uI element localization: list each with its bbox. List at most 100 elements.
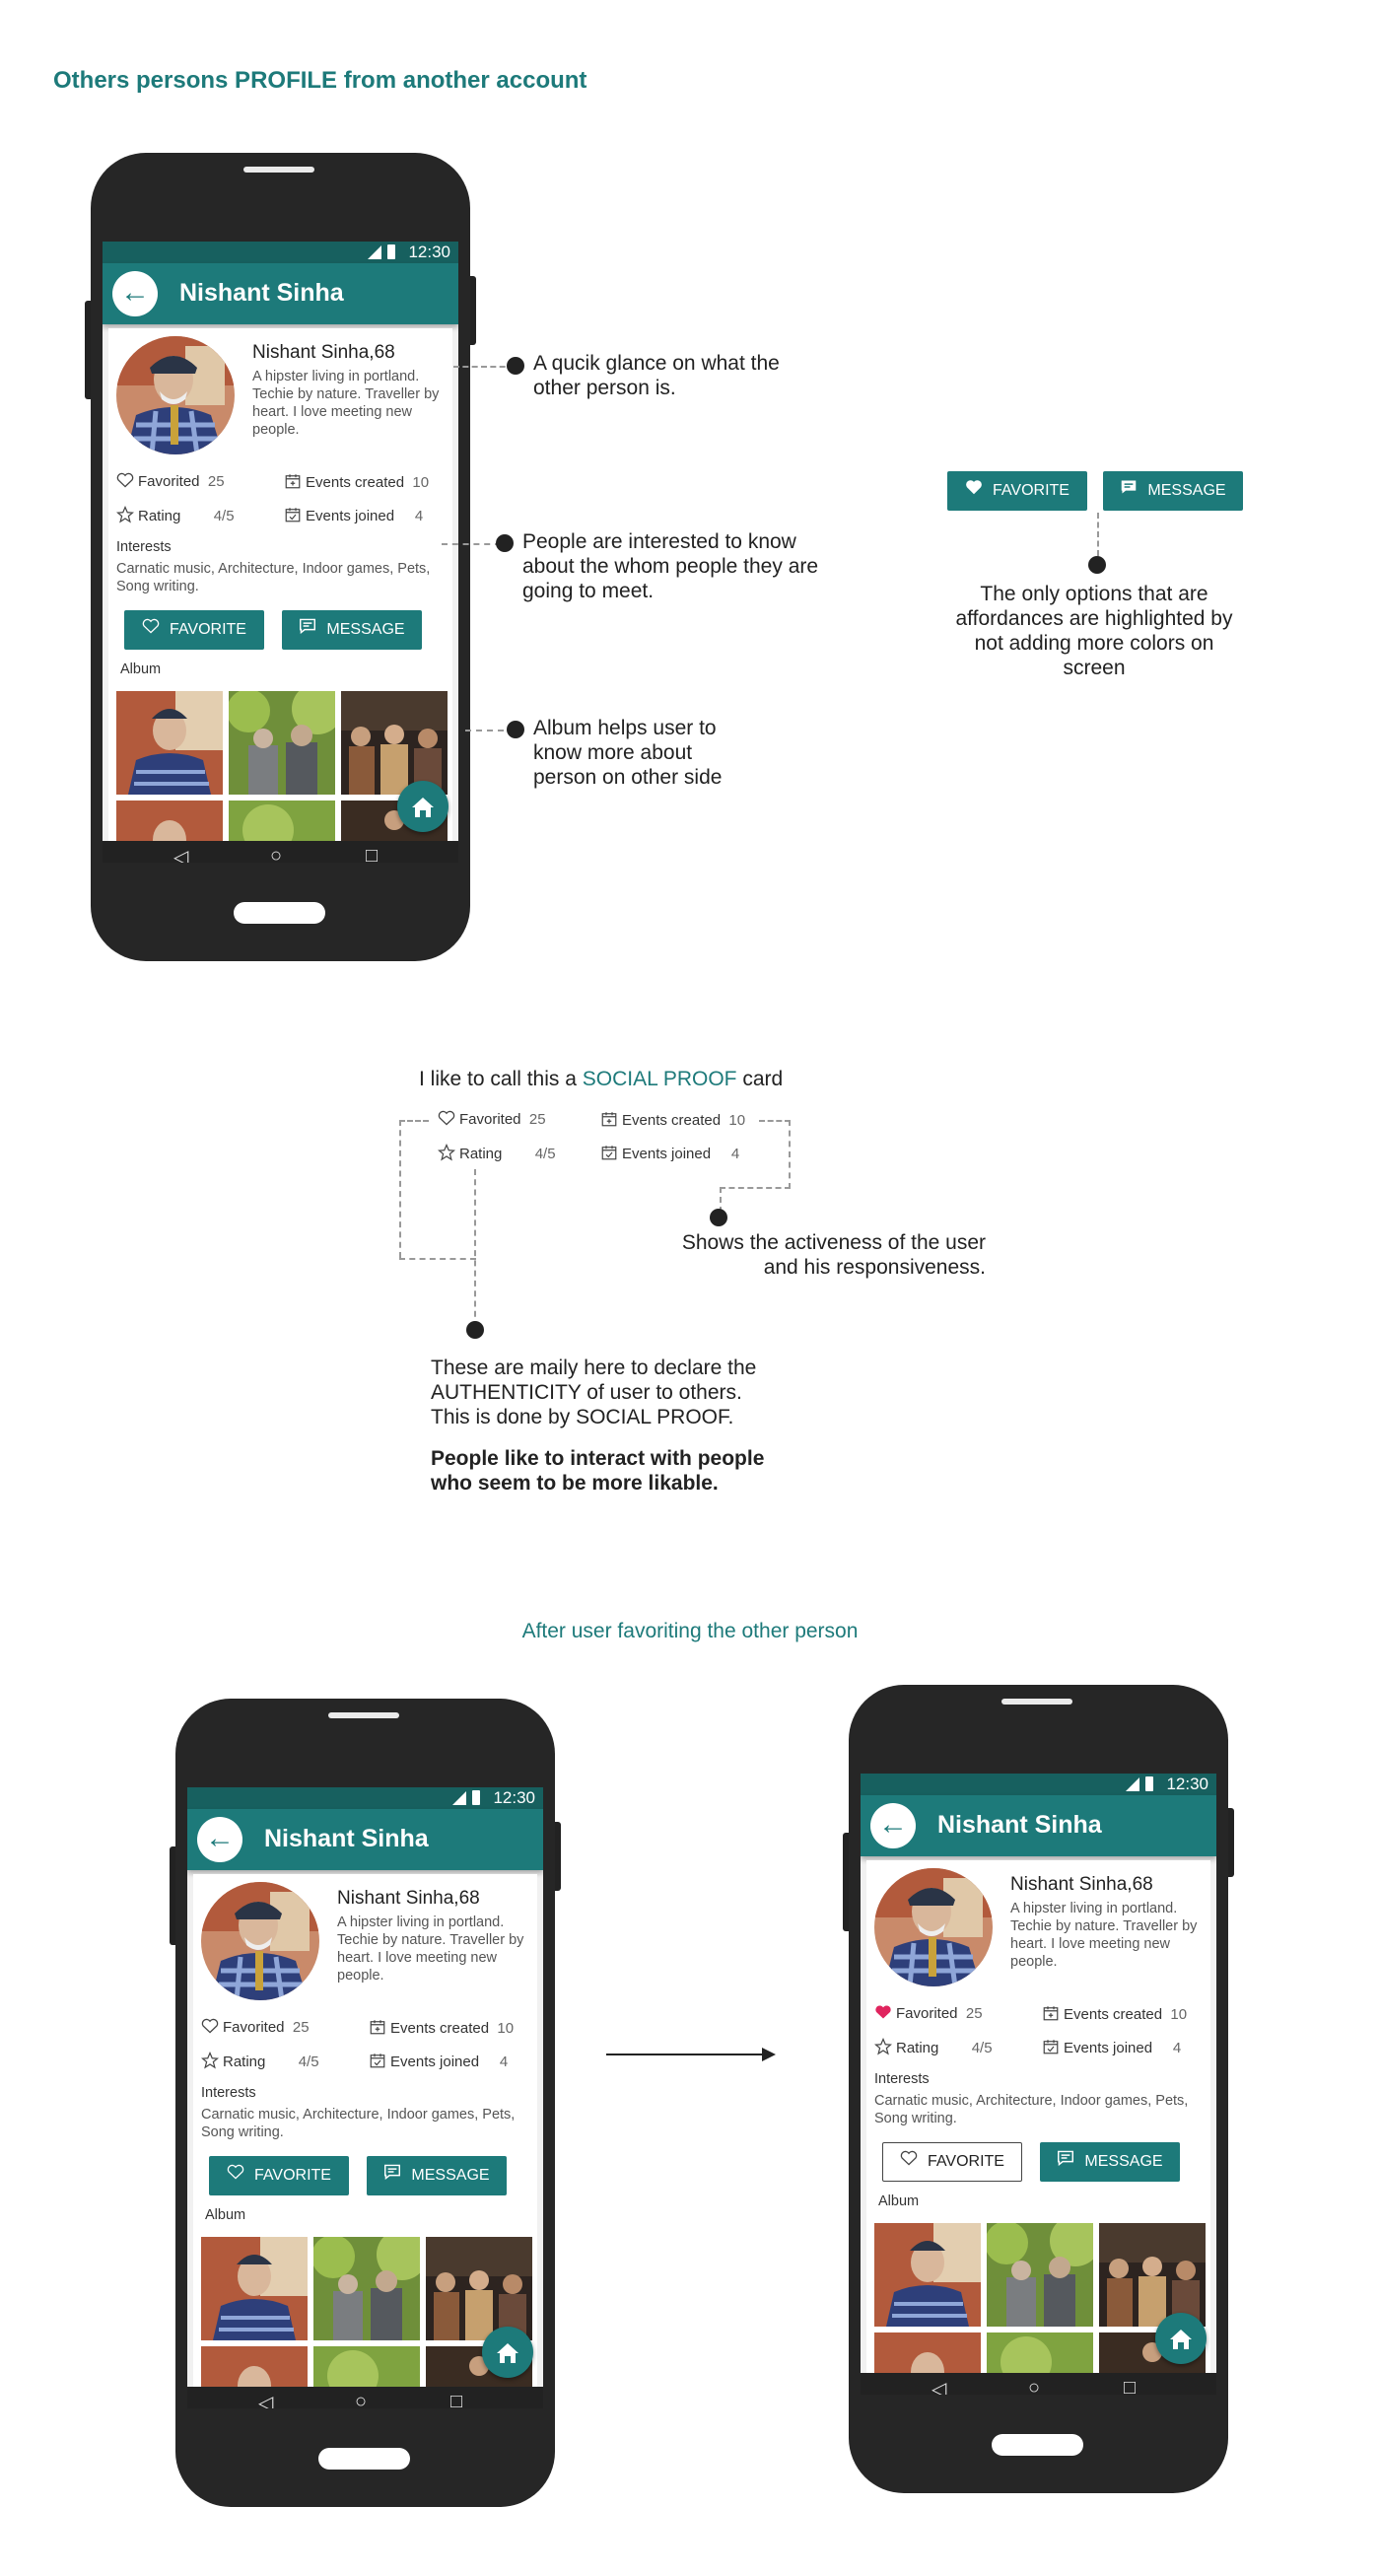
- album-photo[interactable]: [1099, 2223, 1206, 2327]
- heart-icon: [116, 472, 134, 492]
- message-button[interactable]: MESSAGE: [1040, 2142, 1180, 2182]
- home-icon: [411, 794, 435, 818]
- stat-events-created: Events created 10: [369, 2018, 514, 2040]
- battery-icon: [1145, 1776, 1153, 1791]
- favorite-button[interactable]: FAVORITE: [209, 2156, 349, 2195]
- back-arrow-icon[interactable]: ←: [197, 1817, 242, 1862]
- favorite-button-sample[interactable]: FAVORITE: [947, 471, 1087, 511]
- recents-square-icon[interactable]: □: [1124, 2377, 1136, 2395]
- stat-events-created: Events created 10: [1042, 2004, 1187, 2026]
- back-triangle-icon[interactable]: ◁: [173, 845, 188, 863]
- stat-events-joined-label: Events joined: [390, 2053, 480, 2070]
- star-icon: [873, 2037, 893, 2059]
- message-icon: [1057, 2142, 1074, 2182]
- phone-screen: 12:30 ← Nishant Sinha Nishant Sinha,68 A…: [103, 242, 458, 863]
- back-triangle-icon[interactable]: ◁: [932, 2377, 946, 2395]
- stat-events-created-value: 10: [497, 2019, 515, 2037]
- app-bar-title: Nishant Sinha: [264, 1825, 429, 1852]
- proof-stat-events-created: Events created 10: [600, 1110, 745, 1132]
- stat-favorited-label: Favorited: [223, 2018, 285, 2036]
- proof-events-joined-label: Events joined: [622, 1145, 712, 1162]
- proof-stat-favorited: Favorited 25: [438, 1110, 546, 1130]
- calendar-icon: [1042, 2004, 1060, 2026]
- phone-screen: 12:30 ← Nishant Sinha Nishant Sinha,68 A…: [187, 1787, 543, 2408]
- recents-square-icon[interactable]: □: [450, 2391, 462, 2408]
- profile-card: Nishant Sinha,68 A hipster living in por…: [108, 328, 452, 863]
- status-time: 12:30: [408, 243, 450, 261]
- annotation-dot: [1088, 556, 1106, 574]
- home-icon: [1169, 2326, 1193, 2350]
- stat-rating-label: Rating: [896, 2039, 939, 2056]
- album-photo[interactable]: [313, 2237, 420, 2340]
- album-photo[interactable]: [229, 691, 335, 795]
- message-button-sample[interactable]: MESSAGE: [1103, 471, 1243, 511]
- volume-button: [843, 1833, 849, 1931]
- back-arrow-icon[interactable]: ←: [112, 271, 158, 316]
- favorite-button[interactable]: FAVORITE: [882, 2142, 1022, 2182]
- status-bar: 12:30: [103, 242, 458, 263]
- star-icon: [200, 2051, 220, 2073]
- album-photo[interactable]: [426, 2237, 532, 2340]
- bracket-line: [474, 1169, 476, 1327]
- after-favoriting-heading: After user favoriting the other person: [521, 1620, 859, 1642]
- phone-speaker: [328, 1712, 399, 1718]
- message-button[interactable]: MESSAGE: [367, 2156, 507, 2195]
- power-button: [555, 1822, 561, 1891]
- favorite-button-label: FAVORITE: [170, 621, 246, 639]
- favorite-button-sample-label: FAVORITE: [993, 482, 1070, 500]
- album-photo[interactable]: [116, 691, 223, 795]
- album-label: Album: [120, 661, 162, 677]
- album-label: Album: [878, 2193, 920, 2209]
- stat-rating: Rating 4/5: [873, 2037, 993, 2059]
- heart-icon: [438, 1110, 455, 1130]
- home-fab[interactable]: [1155, 2313, 1207, 2364]
- profile-bio: A hipster living in portland. Techie by …: [1010, 1901, 1198, 1970]
- signal-icon: [368, 245, 381, 259]
- interests-label: Interests: [201, 2085, 256, 2101]
- stat-favorited: Favorited 25: [874, 2004, 983, 2024]
- avatar[interactable]: [116, 336, 235, 454]
- phone-mockup: 12:30 ← Nishant Sinha Nishant Sinha,68 A…: [85, 153, 476, 961]
- recents-square-icon[interactable]: □: [366, 845, 378, 863]
- home-circle-icon[interactable]: ○: [270, 845, 282, 863]
- android-nav-bar: ◁ ○ □: [861, 2373, 1216, 2395]
- phone-home-button: [234, 902, 325, 924]
- calendar-check-icon: [1042, 2038, 1060, 2059]
- star-icon: [437, 1143, 456, 1165]
- calendar-icon: [600, 1110, 618, 1132]
- stat-favorited-value: 25: [292, 2018, 310, 2036]
- profile-name: Nishant Sinha,68: [252, 342, 395, 363]
- calendar-check-icon: [284, 506, 302, 527]
- album-photo[interactable]: [987, 2223, 1093, 2327]
- phone-mockup: 12:30 ← Nishant Sinha Nishant Sinha,68 A…: [843, 1685, 1234, 2493]
- bracket-line: [789, 1120, 791, 1189]
- favorite-button-label: FAVORITE: [254, 2167, 331, 2185]
- back-triangle-icon[interactable]: ◁: [258, 2391, 273, 2408]
- back-arrow-icon[interactable]: ←: [870, 1803, 916, 1848]
- app-bar: ← Nishant Sinha: [861, 1795, 1216, 1856]
- stat-events-joined-value: 4: [1172, 2039, 1182, 2056]
- status-time: 12:30: [493, 1788, 535, 1807]
- home-circle-icon[interactable]: ○: [355, 2391, 367, 2408]
- home-fab[interactable]: [397, 781, 448, 832]
- home-circle-icon[interactable]: ○: [1028, 2377, 1040, 2395]
- profile-bio: A hipster living in portland. Techie by …: [337, 1915, 524, 1984]
- home-fab[interactable]: [482, 2327, 533, 2378]
- interests-label: Interests: [116, 539, 172, 555]
- favorite-button[interactable]: FAVORITE: [124, 610, 264, 650]
- calendar-icon: [369, 2018, 386, 2040]
- social-proof-prefix: I like to call this a: [419, 1068, 583, 1090]
- stat-events-joined: Events joined 4: [369, 2052, 508, 2073]
- proof-stat-rating: Rating 4/5: [437, 1143, 556, 1165]
- avatar[interactable]: [874, 1868, 993, 1986]
- profile-card: Nishant Sinha,68 A hipster living in por…: [866, 1860, 1210, 2395]
- avatar[interactable]: [201, 1882, 319, 2000]
- album-photo[interactable]: [341, 691, 448, 795]
- home-icon: [496, 2339, 519, 2364]
- album-photo[interactable]: [201, 2237, 308, 2340]
- album-photo[interactable]: [874, 2223, 981, 2327]
- annotation-interests: People are interested to know about the …: [522, 530, 819, 602]
- profile-card: Nishant Sinha,68 A hipster living in por…: [193, 1874, 537, 2408]
- annotation-likable: People like to interact with people who …: [431, 1447, 765, 1495]
- message-button[interactable]: MESSAGE: [282, 610, 422, 650]
